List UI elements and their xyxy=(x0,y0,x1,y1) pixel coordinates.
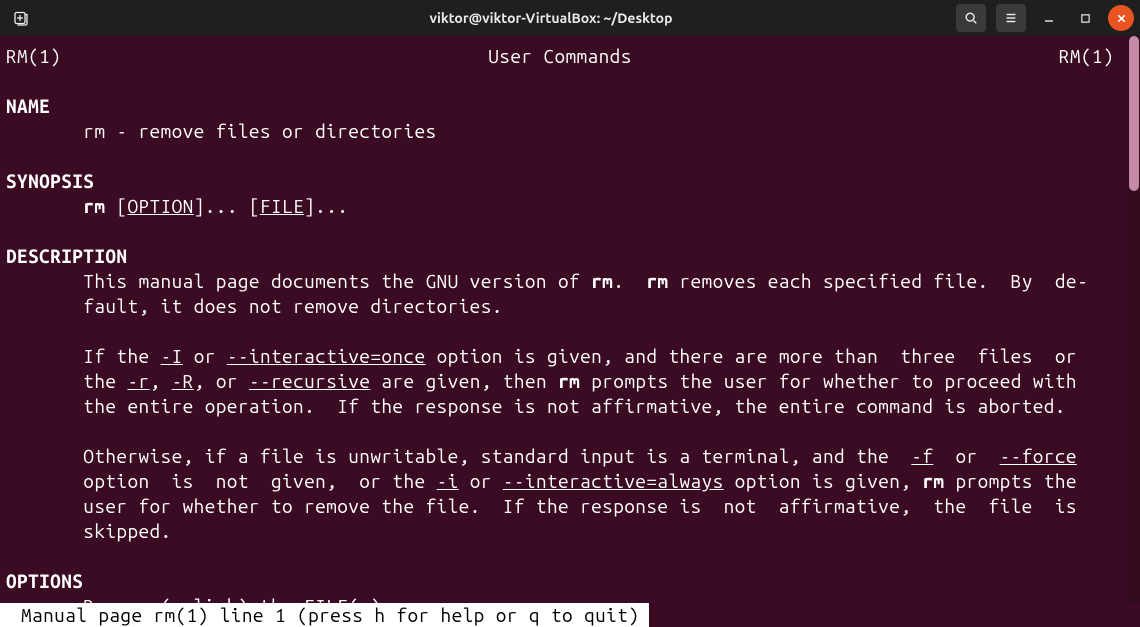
scrollbar-track[interactable] xyxy=(1128,36,1140,603)
manpage-header-center: User Commands xyxy=(488,44,632,69)
minimize-button[interactable] xyxy=(1036,5,1062,31)
manpage-header-right: RM(1) xyxy=(1059,44,1114,69)
description-line: user for whether to remove the file. If … xyxy=(6,494,1118,519)
section-name-text: rm - remove files or directories xyxy=(6,119,1118,144)
scrollbar-thumb[interactable] xyxy=(1129,36,1139,191)
section-description-heading: DESCRIPTION xyxy=(6,244,1118,269)
window-titlebar: viktor@viktor-VirtualBox: ~/Desktop xyxy=(0,0,1140,36)
section-synopsis-line: rm [OPTION]... [FILE]... xyxy=(6,194,1118,219)
manpage-status-bar: Manual page rm(1) line 1 (press h for he… xyxy=(0,603,649,627)
description-line: the entire operation. If the response is… xyxy=(6,394,1118,419)
description-line: If the -I or --interactive=once option i… xyxy=(6,344,1118,369)
menu-button[interactable] xyxy=(996,4,1026,32)
new-tab-button[interactable] xyxy=(6,4,36,32)
terminal-viewport[interactable]: RM(1) User Commands RM(1) NAME rm - remo… xyxy=(0,36,1140,627)
description-line: the -r, -R, or --recursive are given, th… xyxy=(6,369,1118,394)
description-line: skipped. xyxy=(6,519,1118,544)
description-line: This manual page documents the GNU versi… xyxy=(6,269,1118,294)
manpage-header-left: RM(1) xyxy=(6,44,61,69)
section-synopsis-heading: SYNOPSIS xyxy=(6,169,1118,194)
description-line: fault, it does not remove directories. xyxy=(6,294,1118,319)
close-button[interactable] xyxy=(1108,5,1134,31)
description-line: Otherwise, if a file is unwritable, stan… xyxy=(6,444,1118,469)
manpage-header: RM(1) User Commands RM(1) xyxy=(6,42,1118,69)
maximize-button[interactable] xyxy=(1072,5,1098,31)
section-name-heading: NAME xyxy=(6,94,1118,119)
description-line: option is not given, or the -i or --inte… xyxy=(6,469,1118,494)
search-button[interactable] xyxy=(956,4,986,32)
window-title: viktor@viktor-VirtualBox: ~/Desktop xyxy=(146,10,956,26)
section-options-heading: OPTIONS xyxy=(6,569,1118,594)
